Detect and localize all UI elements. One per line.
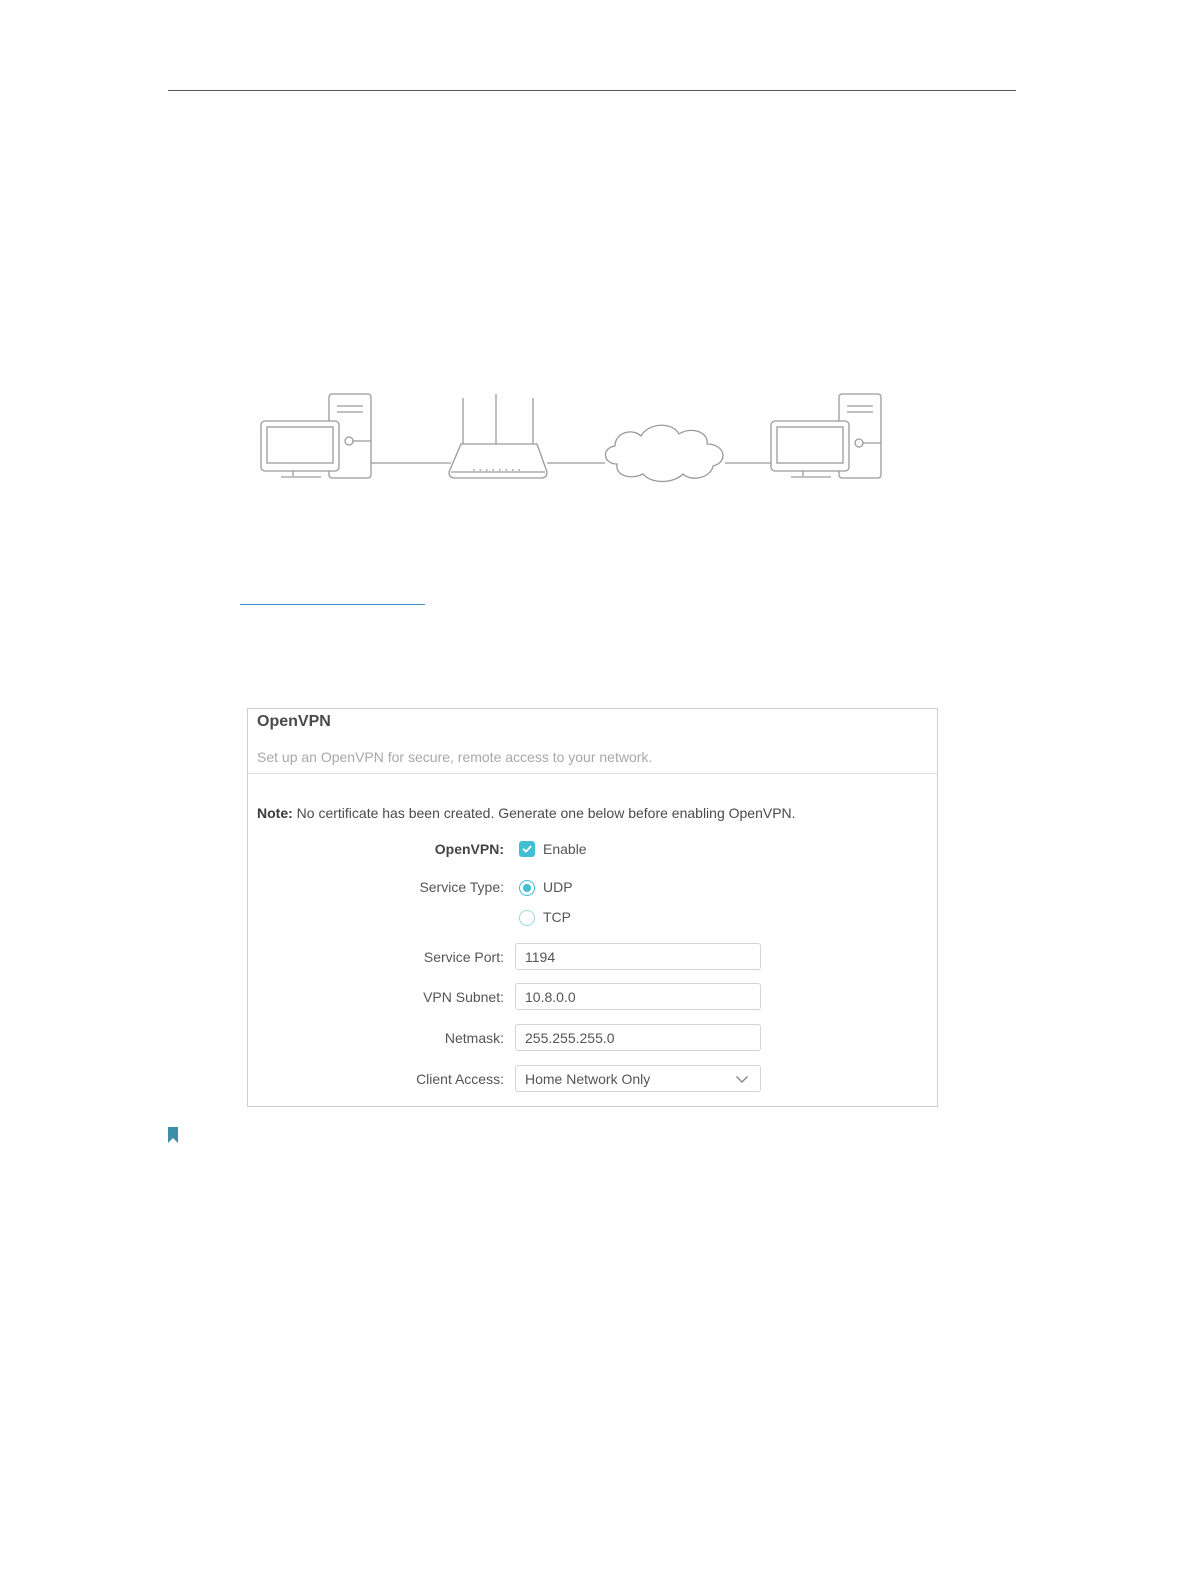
note-text: No certificate has been created. Generat…: [292, 805, 796, 821]
service-type-label: Service Type:: [419, 879, 504, 895]
client-access-select[interactable]: Home Network Only: [515, 1065, 761, 1092]
netmask-input[interactable]: [525, 1029, 750, 1047]
vpn-subnet-field[interactable]: [515, 983, 761, 1010]
service-type-udp-label[interactable]: UDP: [543, 879, 573, 895]
netmask-label: Netmask:: [444, 1030, 504, 1046]
service-type-tcp-radio[interactable]: [519, 910, 535, 926]
netmask-field[interactable]: [515, 1024, 761, 1051]
service-port-field[interactable]: [515, 943, 761, 970]
note-label: Note:: [257, 805, 293, 821]
bookmark-icon: [168, 1127, 178, 1143]
right-computer-icon: [770, 393, 882, 479]
check-icon: [522, 845, 532, 853]
openvpn-enable-label[interactable]: Enable: [543, 841, 587, 857]
service-port-label: Service Port:: [423, 949, 504, 965]
chevron-down-icon[interactable]: [735, 1075, 749, 1084]
client-access-value: Home Network Only: [525, 1071, 651, 1087]
client-access-label: Client Access:: [416, 1071, 504, 1087]
panel-subtitle: Set up an OpenVPN for secure, remote acc…: [257, 749, 653, 765]
vpn-subnet-input[interactable]: [525, 988, 750, 1006]
service-port-input[interactable]: [525, 948, 750, 966]
link-underline[interactable]: [240, 604, 425, 605]
header-rule: [168, 90, 1016, 91]
router-icon: [448, 394, 548, 479]
openvpn-enable-checkbox[interactable]: [519, 841, 535, 857]
service-type-udp-radio[interactable]: [519, 880, 535, 896]
internet-cloud-icon: [604, 424, 724, 483]
certificate-note: Note: No certificate has been created. G…: [257, 805, 796, 821]
openvpn-panel: OpenVPN Set up an OpenVPN for secure, re…: [247, 708, 938, 1107]
network-diagram: [260, 393, 882, 483]
panel-divider: [248, 773, 937, 774]
left-computer-icon: [260, 393, 372, 479]
panel-title: OpenVPN: [257, 713, 331, 730]
openvpn-label: OpenVPN:: [434, 841, 504, 857]
service-type-tcp-label[interactable]: TCP: [543, 909, 571, 925]
vpn-subnet-label: VPN Subnet:: [423, 989, 504, 1005]
